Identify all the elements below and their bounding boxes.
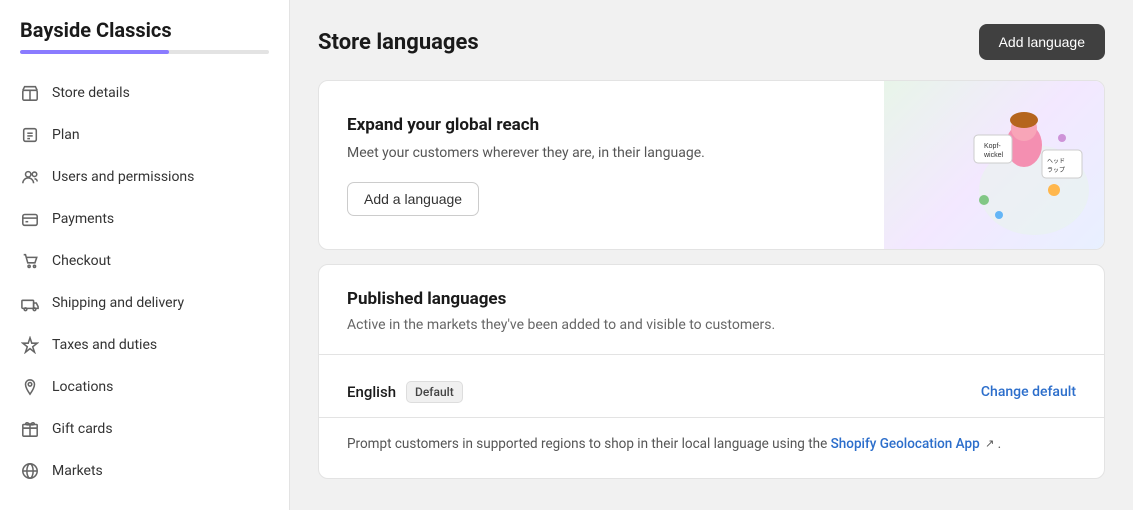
published-languages-description: Active in the markets they've been added… [347, 315, 1076, 336]
published-languages-title: Published languages [347, 289, 1076, 309]
sidebar-item-checkout[interactable]: Checkout [0, 240, 289, 282]
geolocation-text: Prompt customers in supported regions to… [347, 436, 827, 452]
published-languages-card: Published languages Active in the market… [318, 264, 1105, 479]
main-header: Store languages Add language [318, 24, 1105, 60]
taxes-icon [20, 335, 40, 355]
store-icon [20, 83, 40, 103]
add-a-language-button[interactable]: Add a language [347, 182, 479, 216]
users-icon [20, 167, 40, 187]
sidebar-item-locations[interactable]: Locations [0, 366, 289, 408]
default-badge: Default [406, 381, 463, 403]
main-content: Store languages Add language Expand your… [290, 0, 1133, 510]
sidebar-item-markets[interactable]: Markets [0, 450, 289, 492]
svg-text:wickel: wickel [983, 152, 1004, 159]
language-row: English Default Change default [347, 371, 1076, 413]
checkout-icon [20, 251, 40, 271]
sidebar-item-users-and-permissions[interactable]: Users and permissions [0, 156, 289, 198]
sidebar-item-label: Shipping and delivery [52, 295, 184, 311]
sidebar-item-label: Plan [52, 127, 80, 143]
geolocation-suffix: . [998, 436, 1002, 452]
svg-text:ヘッド: ヘッド [1047, 159, 1065, 165]
change-default-link[interactable]: Change default [981, 384, 1076, 400]
add-language-button[interactable]: Add language [979, 24, 1105, 60]
geolocation-row: Prompt customers in supported regions to… [347, 434, 1076, 454]
sidebar: Bayside Classics Store details Plan User… [0, 0, 290, 510]
sidebar-item-label: Checkout [52, 253, 111, 269]
svg-text:ラップ: ラップ [1047, 167, 1065, 174]
card-divider-2 [319, 417, 1104, 418]
gift-icon [20, 419, 40, 439]
sidebar-item-label: Taxes and duties [52, 337, 157, 353]
store-name: Bayside Classics [20, 18, 269, 42]
sidebar-item-label: Store details [52, 85, 130, 101]
sidebar-item-gift-cards[interactable]: Gift cards [0, 408, 289, 450]
page-title: Store languages [318, 30, 479, 55]
expand-card-description: Meet your customers wherever they are, i… [347, 143, 856, 164]
payments-icon [20, 209, 40, 229]
sidebar-item-taxes-and-duties[interactable]: Taxes and duties [0, 324, 289, 366]
sidebar-item-label: Gift cards [52, 421, 113, 437]
expand-card-illustration: Kopf- wickel ヘッド ラップ [884, 81, 1104, 249]
sidebar-item-plan[interactable]: Plan [0, 114, 289, 156]
sidebar-nav: Store details Plan Users and permissions… [0, 64, 289, 500]
sidebar-progress-fill [20, 50, 169, 54]
sidebar-item-shipping-and-delivery[interactable]: Shipping and delivery [0, 282, 289, 324]
sidebar-header: Bayside Classics [0, 0, 289, 64]
plan-icon [20, 125, 40, 145]
expand-card-title: Expand your global reach [347, 115, 856, 135]
language-name: English [347, 383, 396, 401]
shipping-icon [20, 293, 40, 313]
sidebar-item-store-details[interactable]: Store details [0, 72, 289, 114]
sidebar-item-label: Payments [52, 211, 114, 227]
expand-card-content: Expand your global reach Meet your custo… [319, 81, 884, 249]
card-divider [319, 354, 1104, 355]
svg-text:Kopf-: Kopf- [984, 143, 1001, 150]
sidebar-item-label: Markets [52, 463, 103, 479]
markets-icon [20, 461, 40, 481]
language-row-left: English Default [347, 381, 463, 403]
sidebar-item-label: Users and permissions [52, 169, 194, 185]
expand-reach-card: Expand your global reach Meet your custo… [318, 80, 1105, 250]
external-link-icon: ↗ [985, 437, 994, 450]
sidebar-item-label: Locations [52, 379, 113, 395]
locations-icon [20, 377, 40, 397]
sidebar-item-payments[interactable]: Payments [0, 198, 289, 240]
sidebar-progress-bar [20, 50, 269, 54]
shopify-geolocation-link[interactable]: Shopify Geolocation App [831, 436, 980, 452]
